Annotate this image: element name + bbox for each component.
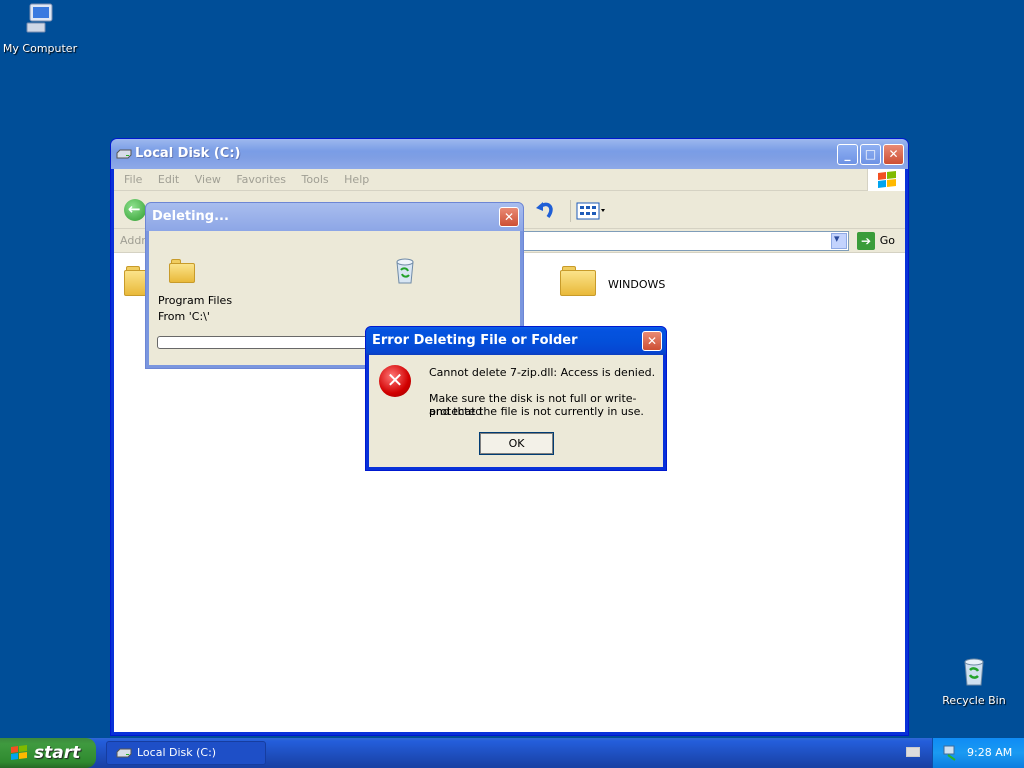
recycle-bin-label: Recycle Bin	[942, 694, 1006, 707]
close-button[interactable]: ✕	[883, 144, 904, 165]
delete-progress-bar	[157, 336, 377, 349]
go-arrow-icon[interactable]: ➔	[857, 232, 875, 250]
menu-file[interactable]: File	[124, 173, 142, 186]
start-label: start	[34, 743, 81, 763]
error-dialog-titlebar[interactable]: Error Deleting File or Folder ✕	[366, 327, 666, 355]
error-dialog-close-button[interactable]: ✕	[642, 331, 662, 351]
error-dialog: Error Deleting File or Folder ✕ ✕ Cannot…	[365, 326, 667, 471]
maximize-button[interactable]: □	[860, 144, 881, 165]
windows-logo-icon	[867, 169, 905, 191]
taskbar: start Local Disk (C:) 9:28 AM	[0, 738, 1024, 768]
taskbar-item-label: Local Disk (C:)	[137, 746, 217, 759]
address-dropdown-button[interactable]: ▾	[831, 232, 847, 249]
drive-icon	[116, 748, 132, 758]
my-computer-desktop-icon[interactable]: My Computer	[0, 2, 80, 55]
minimize-button[interactable]: _	[837, 144, 858, 165]
deleting-dialog-close-button[interactable]: ✕	[499, 207, 519, 227]
menu-view[interactable]: View	[195, 173, 221, 186]
back-arrow-icon: ←	[128, 200, 141, 218]
minimize-icon: _	[844, 147, 851, 161]
windows-flag-icon	[11, 745, 27, 760]
deleting-dialog-title: Deleting...	[152, 209, 229, 224]
undo-button[interactable]	[534, 198, 558, 222]
folder-name: WINDOWS	[608, 278, 666, 291]
menu-help[interactable]: Help	[344, 173, 369, 186]
error-dialog-title: Error Deleting File or Folder	[372, 333, 578, 348]
views-button[interactable]	[570, 200, 606, 222]
keyboard-icon[interactable]	[906, 747, 920, 757]
error-detail-line2: and that the file is not currently in us…	[429, 405, 644, 418]
start-button[interactable]: start	[0, 738, 96, 768]
undo-icon	[536, 202, 553, 219]
deleting-dialog-titlebar[interactable]: Deleting... ✕	[146, 203, 523, 231]
back-button[interactable]: ←	[124, 199, 146, 221]
ok-button[interactable]: OK	[479, 432, 554, 455]
computer-icon	[26, 3, 53, 33]
error-icon: ✕	[379, 365, 411, 397]
maximize-icon: □	[864, 147, 877, 161]
close-icon: ✕	[646, 334, 658, 348]
folder-item-windows[interactable]: WINDOWS	[560, 264, 680, 304]
network-icon[interactable]	[943, 745, 959, 761]
chevron-down-icon: ▾	[834, 232, 840, 245]
menu-tools[interactable]: Tools	[302, 173, 329, 186]
close-icon: ✕	[888, 147, 899, 161]
close-icon: ✕	[503, 210, 515, 224]
explorer-titlebar[interactable]: Local Disk (C:) _ □ ✕	[111, 139, 908, 169]
clock[interactable]: 9:28 AM	[967, 746, 1012, 759]
menu-bar: File Edit View Favorites Tools Help	[114, 169, 905, 191]
error-dialog-body: ✕ Cannot delete 7-zip.dll: Access is den…	[369, 355, 663, 467]
recycle-bin-desktop-icon[interactable]: Recycle Bin	[934, 656, 1014, 707]
menu-favorites[interactable]: Favorites	[236, 173, 286, 186]
drive-icon	[116, 149, 132, 159]
go-button[interactable]: Go	[880, 234, 895, 247]
system-tray: 9:28 AM	[932, 738, 1024, 768]
recycle-bin-icon	[964, 658, 984, 686]
folder-icon	[169, 259, 195, 283]
deleting-from-path: From 'C:\'	[158, 310, 210, 323]
explorer-title: Local Disk (C:)	[135, 146, 241, 161]
deleting-item-name: Program Files	[158, 294, 233, 307]
folder-icon	[560, 266, 596, 296]
taskbar-item-local-disk[interactable]: Local Disk (C:)	[106, 741, 266, 765]
menu-edit[interactable]: Edit	[158, 173, 179, 186]
error-message: Cannot delete 7-zip.dll: Access is denie…	[429, 366, 656, 379]
my-computer-label: My Computer	[2, 42, 78, 55]
views-icon	[576, 202, 605, 220]
recycle-bin-icon	[396, 258, 414, 284]
